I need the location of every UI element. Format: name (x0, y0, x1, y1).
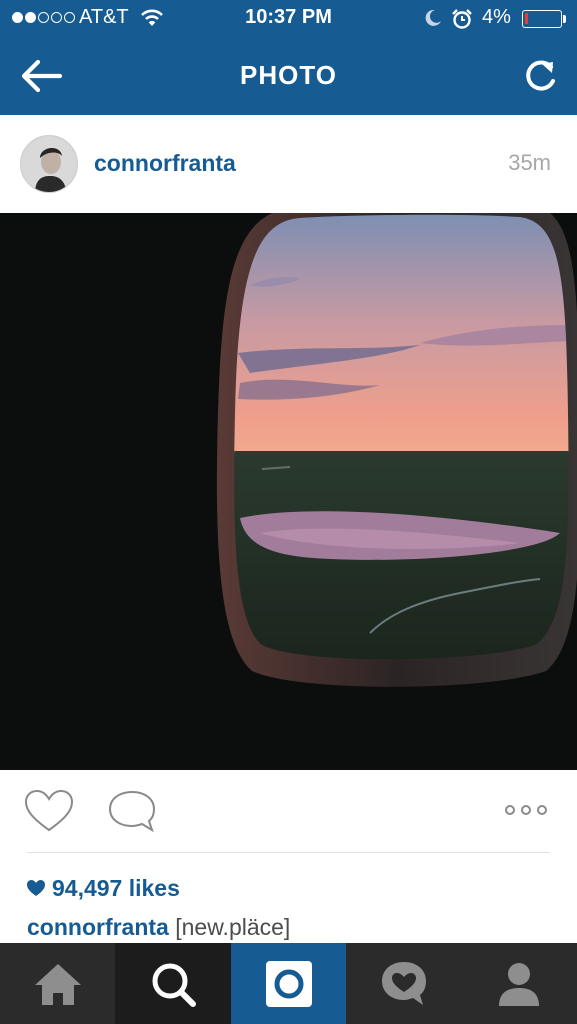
post-timestamp: 35m (508, 150, 551, 175)
tab-bar (0, 943, 577, 1024)
more-options-button[interactable] (500, 796, 552, 824)
likes-count[interactable]: 94,497 likes (26, 873, 180, 903)
home-icon (34, 963, 81, 1005)
caption-text: [new.pläce] (175, 914, 291, 940)
post-caption: connorfranta [new.pläce] (27, 914, 290, 941)
page-title: PHOTO (240, 60, 337, 90)
comment-icon (108, 790, 156, 833)
battery-percent: 4% (482, 6, 511, 28)
heart-outline-icon (24, 789, 74, 832)
post-header: connorfranta 35m (0, 115, 577, 213)
battery-icon (522, 10, 562, 28)
comment-button[interactable] (106, 788, 158, 836)
actions-divider (27, 852, 550, 853)
heart-filled-icon (27, 880, 45, 896)
alarm-icon (452, 9, 472, 29)
more-dots-icon (505, 805, 547, 815)
likes-label: 94,497 likes (52, 874, 180, 901)
tab-camera[interactable] (231, 943, 346, 1024)
post-photo[interactable] (0, 213, 577, 770)
tab-home[interactable] (0, 943, 115, 1024)
search-icon (152, 963, 196, 1007)
moon-icon (425, 9, 441, 26)
post-username[interactable]: connorfranta (94, 150, 236, 177)
status-bar: AT&T 10:37 PM 4% (0, 0, 577, 38)
camera-icon (265, 960, 312, 1007)
avatar[interactable] (20, 135, 78, 193)
post-actions (0, 770, 577, 852)
refresh-icon (526, 60, 555, 91)
activity-heart-icon (381, 961, 426, 1005)
tab-explore[interactable] (115, 943, 231, 1024)
app-header: AT&T 10:37 PM 4% PHOTO (0, 0, 577, 115)
tab-activity[interactable] (346, 943, 461, 1024)
tab-profile[interactable] (461, 943, 577, 1024)
caption-username[interactable]: connorfranta (27, 914, 169, 940)
refresh-button[interactable] (518, 54, 562, 98)
profile-icon (499, 962, 539, 1006)
like-button[interactable] (22, 788, 76, 836)
